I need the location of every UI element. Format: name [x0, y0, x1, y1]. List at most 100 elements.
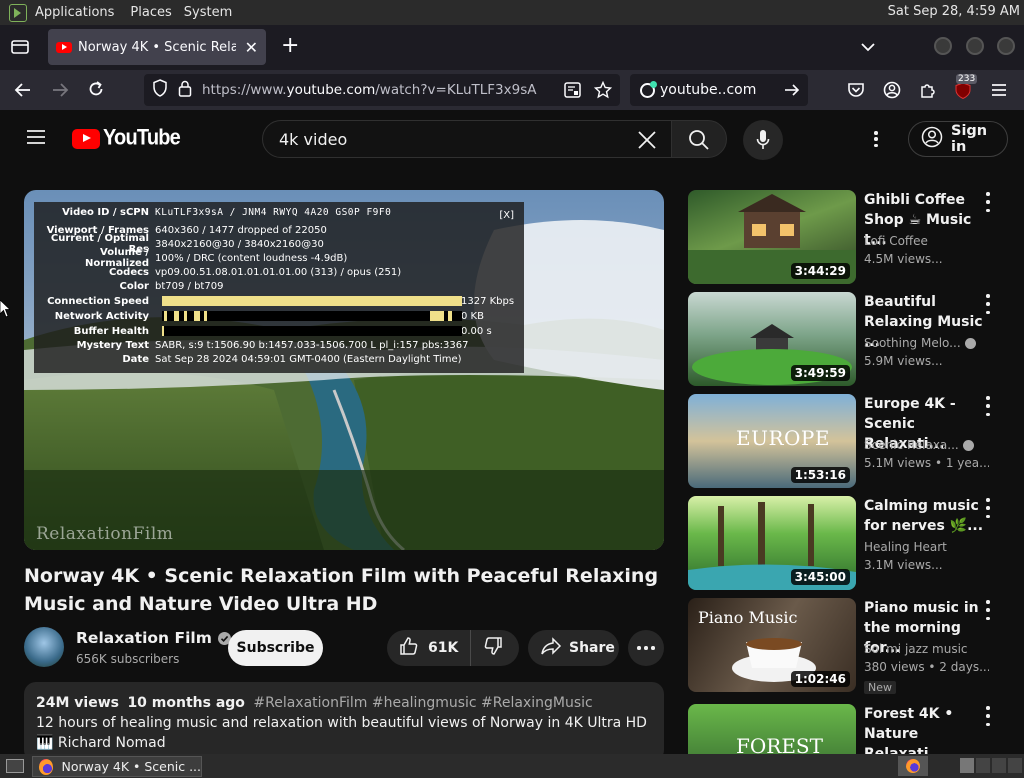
recommended-more-kebab-icon[interactable]: [982, 706, 994, 726]
youtube-header: YouTube 4k video Sign in: [0, 110, 1024, 168]
tracking-protection-shield-icon[interactable]: [152, 79, 168, 101]
account-icon[interactable]: [883, 81, 901, 103]
video-watermark: RelaxationFilm: [36, 524, 174, 544]
sign-in-button[interactable]: Sign in: [908, 121, 1008, 157]
description-meta: 24M views 10 months ago #RelaxationFilm …: [36, 695, 593, 711]
window-close-button[interactable]: [997, 37, 1015, 55]
list-tabs-chevron-down-icon[interactable]: [860, 38, 876, 57]
clock[interactable]: Sat Sep 28, 4:59 AM: [888, 4, 1020, 19]
video-thumbnail[interactable]: 3:49:59: [688, 292, 856, 386]
close-tab-icon[interactable]: ✕: [245, 38, 258, 57]
window-minimize-button[interactable]: [934, 37, 952, 55]
share-button[interactable]: Share: [528, 630, 619, 666]
recommended-video[interactable]: 3:44:29 Ghibli Coffee Shop ☕ Music t... …: [688, 190, 1018, 284]
video-duration: 1:53:16: [790, 467, 850, 483]
pocket-icon[interactable]: [847, 81, 865, 103]
recommended-channel[interactable]: Sol mi jazz music: [864, 642, 984, 656]
show-desktop-icon[interactable]: [6, 759, 24, 773]
url-bar[interactable]: https://www.youtube.com/watch?v=KLuTLF3x…: [144, 74, 620, 106]
distro-logo-icon[interactable]: [9, 3, 27, 22]
channel-name[interactable]: Relaxation Film: [76, 629, 231, 647]
search-bar[interactable]: youtube..com: [630, 74, 808, 106]
bookmark-star-icon[interactable]: [593, 80, 613, 103]
menu-system[interactable]: System: [178, 5, 238, 20]
upload-age: 10 months ago: [127, 695, 245, 711]
back-arrow-icon[interactable]: [14, 81, 32, 103]
extensions-puzzle-icon[interactable]: [919, 81, 937, 103]
video-thumbnail[interactable]: FOREST: [688, 704, 856, 754]
taskbar-window-firefox[interactable]: Norway 4K • Scenic ...: [32, 756, 202, 777]
youtube-logo[interactable]: YouTube: [72, 126, 181, 150]
recommended-channel[interactable]: Soothing Melo...: [864, 336, 984, 350]
settings-kebab-icon[interactable]: [874, 131, 878, 147]
more-horizontal-icon: [637, 646, 655, 650]
ublock-extension-icon[interactable]: 233: [954, 74, 978, 100]
share-label: Share: [569, 640, 615, 656]
stats-for-nerds-panel: [X] Video ID / sCPN KLuTLF3x9sA / JNM4 RW…: [34, 202, 524, 373]
recommended-channel[interactable]: Healing Heart: [864, 540, 984, 554]
subscribe-button[interactable]: Subscribe: [228, 630, 323, 666]
like-button[interactable]: 61K: [387, 630, 471, 666]
account-circle-icon: [921, 126, 943, 152]
new-tab-icon[interactable]: +: [281, 33, 299, 58]
dislike-button[interactable]: [483, 636, 503, 660]
recommended-views: 3.1M views...: [864, 558, 943, 572]
search-engine-icon: [640, 80, 657, 98]
stats-row-mystery-text: Mystery Text SABR, s:9 t:1506.90 b:1457.0…: [76, 339, 469, 351]
recommended-views: 4.5M views...: [864, 252, 943, 266]
guide-menu-hamburger-icon[interactable]: [26, 129, 46, 149]
stats-row-date: Date Sat Sep 28 2024 04:59:01 GMT-0400 (E…: [122, 353, 462, 365]
lock-icon[interactable]: [178, 80, 192, 101]
channel-avatar[interactable]: [24, 627, 64, 667]
recommended-more-kebab-icon[interactable]: [982, 498, 994, 518]
go-arrow-icon[interactable]: [784, 82, 800, 102]
recommended-more-kebab-icon[interactable]: [982, 600, 994, 620]
voice-search-button[interactable]: [743, 120, 783, 160]
tray-firefox-icon[interactable]: [898, 756, 928, 776]
hashtag-links[interactable]: #RelaxationFilm #healingmusic #RelaxingM…: [253, 695, 592, 711]
recommended-video[interactable]: 3:49:59 Beautiful Relaxing Music ... Soo…: [688, 292, 1018, 386]
recommended-title[interactable]: Forest 4K • Nature Relaxati...: [864, 704, 984, 754]
video-player[interactable]: RelaxationFilm [X] Video ID / sCPN KLuTLF…: [24, 190, 664, 550]
recommended-video[interactable]: Piano Music 1:02:46 Piano music in the m…: [688, 598, 1018, 694]
network-activity-bar: [162, 311, 462, 321]
video-thumbnail[interactable]: Piano Music 1:02:46: [688, 598, 856, 692]
video-thumbnail[interactable]: EUROPE 1:53:16: [688, 394, 856, 488]
more-actions-button[interactable]: [628, 630, 664, 666]
app-menu-hamburger-icon[interactable]: [990, 82, 1008, 102]
recommended-video[interactable]: 3:45:00 Calming music for nerves 🌿... He…: [688, 496, 1018, 590]
menu-applications[interactable]: Applications: [29, 5, 120, 20]
video-thumbnail[interactable]: 3:44:29: [688, 190, 856, 284]
description-line-1: 12 hours of healing music and relaxation…: [36, 715, 647, 731]
mouse-cursor-icon: [0, 299, 12, 322]
menu-places[interactable]: Places: [124, 5, 177, 20]
video-title: Norway 4K • Scenic Relaxation Film with …: [24, 565, 659, 615]
reload-icon[interactable]: [87, 80, 105, 102]
thumbs-down-icon: [484, 637, 502, 655]
stats-row-video-id: Video ID / sCPN KLuTLF3x9sA / JNM4 RWYQ 4…: [62, 206, 392, 218]
stats-row-volume: Volume / Normalized 100% / DRC (content l…: [85, 247, 348, 269]
youtube-search-button[interactable]: [671, 120, 727, 158]
recommended-video[interactable]: FOREST Forest 4K • Nature Relaxati...: [688, 704, 1018, 754]
recommended-more-kebab-icon[interactable]: [982, 192, 994, 212]
search-query-text: 4k video: [279, 129, 348, 149]
tab-youtube-video[interactable]: Norway 4K • Scenic Relaxation Film with …: [48, 29, 266, 65]
recommended-channel[interactable]: Scenic Relaxa...: [864, 438, 984, 452]
search-bar-text: youtube..com: [660, 82, 757, 98]
recommended-more-kebab-icon[interactable]: [982, 396, 994, 416]
workspace-switcher[interactable]: [960, 758, 1022, 773]
description-box[interactable]: 24M views 10 months ago #RelaxationFilm …: [24, 682, 664, 762]
recommended-video[interactable]: EUROPE 1:53:16 Europe 4K - Scenic Relaxa…: [688, 394, 1018, 488]
recommended-channel[interactable]: Lofi Coffee: [864, 234, 984, 248]
search-icon: [688, 129, 710, 155]
window-maximize-button[interactable]: [966, 37, 984, 55]
clear-search-close-icon[interactable]: [637, 130, 657, 154]
tab-overview-icon[interactable]: [10, 38, 30, 56]
recommended-title[interactable]: Calming music for nerves 🌿...: [864, 496, 984, 536]
youtube-search-input[interactable]: 4k video: [262, 120, 672, 158]
forward-arrow-icon[interactable]: [51, 81, 69, 103]
video-thumbnail[interactable]: 3:45:00: [688, 496, 856, 590]
recommended-views: 380 views • 2 days...: [864, 660, 989, 674]
recommended-more-kebab-icon[interactable]: [982, 294, 994, 314]
reader-view-icon[interactable]: [564, 82, 581, 102]
